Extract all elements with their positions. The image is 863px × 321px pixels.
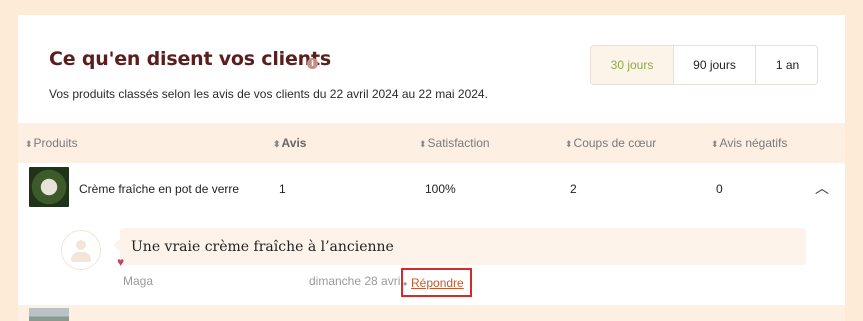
- table-row[interactable]: Crème fraîche en pot de verre 1 100% 2 0…: [18, 163, 845, 215]
- sort-arrows-icon: ⬍: [25, 139, 33, 149]
- reply-highlight: • Répondre: [401, 268, 472, 297]
- heart-icon: ♥: [117, 255, 125, 269]
- user-body-icon: [71, 252, 91, 262]
- product-name: Crème fraîche en pot de verre: [79, 182, 240, 196]
- review-text: Une vraie crème fraîche à l’ancienne: [131, 239, 394, 255]
- period-90-days-button[interactable]: 90 jours: [673, 46, 755, 84]
- column-header-coups-de-coeur[interactable]: ⬍Coups de cœur: [565, 136, 656, 150]
- avis-negatifs-count: 0: [716, 182, 723, 196]
- section-title: Ce qu'en disent vos clients: [49, 48, 332, 70]
- coups-de-coeur-count: 2: [570, 182, 577, 196]
- section-subtitle: Vos produits classés selon les avis de v…: [49, 87, 488, 101]
- reviews-card: Ce qu'en disent vos clients i Vos produi…: [18, 15, 845, 321]
- period-30-days-button[interactable]: 30 jours: [591, 46, 673, 84]
- review-author: Maga: [123, 274, 154, 288]
- avatar: [61, 230, 101, 270]
- sort-arrows-icon: ⬍: [273, 139, 281, 149]
- satisfaction-value: 100%: [425, 182, 456, 196]
- info-icon[interactable]: i: [307, 58, 318, 69]
- review-date: dimanche 28 avril: [309, 274, 404, 288]
- reply-link[interactable]: Répondre: [411, 276, 464, 290]
- column-header-avis-negatifs[interactable]: ⬍Avis négatifs: [711, 136, 787, 150]
- column-header-produits[interactable]: ⬍Produits: [25, 136, 78, 150]
- sort-arrows-icon: ⬍: [711, 139, 719, 149]
- product-thumbnail: [29, 167, 69, 207]
- avis-count: 1: [279, 182, 286, 196]
- column-header-avis[interactable]: ⬍Avis: [273, 136, 306, 150]
- table-row[interactable]: [18, 305, 845, 321]
- period-selector: 30 jours 90 jours 1 an: [590, 45, 818, 85]
- period-1-year-button[interactable]: 1 an: [755, 46, 817, 84]
- table-header: ⬍Produits ⬍Avis ⬍Satisfaction ⬍Coups de …: [18, 123, 845, 163]
- chevron-up-icon[interactable]: ︿: [815, 178, 829, 198]
- separator-dot: •: [403, 277, 408, 291]
- user-head-icon: [76, 240, 86, 250]
- sort-arrows-icon: ⬍: [565, 139, 573, 149]
- product-thumbnail: [29, 308, 69, 321]
- column-header-satisfaction[interactable]: ⬍Satisfaction: [419, 136, 490, 150]
- sort-arrows-icon: ⬍: [419, 139, 427, 149]
